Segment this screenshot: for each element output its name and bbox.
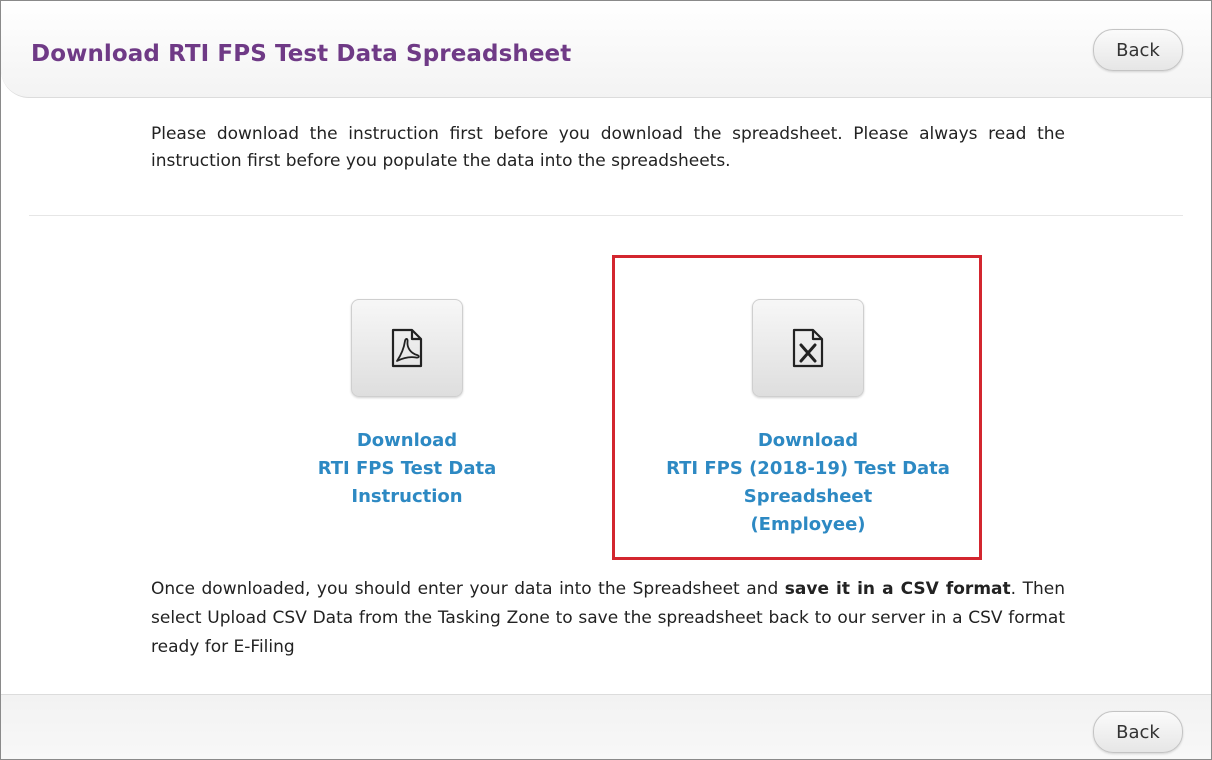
outro-text-start: Once downloaded, you should enter your d… (151, 579, 785, 599)
outro-text-bold: save it in a CSV format (784, 579, 1011, 599)
page-title: Download RTI FPS Test Data Spreadsheet (31, 41, 572, 67)
back-button-bottom[interactable]: Back (1093, 711, 1183, 753)
spreadsheet-line-3: Spreadsheet (743, 486, 873, 507)
spreadsheet-line-1: Download (757, 430, 859, 451)
panel-header: Download RTI FPS Test Data Spreadsheet B… (1, 1, 1211, 98)
back-button-top[interactable]: Back (1093, 29, 1183, 71)
excel-file-icon (792, 328, 824, 368)
spreadsheet-line-2: RTI FPS (2018-19) Test Data (666, 458, 950, 479)
download-spreadsheet-link[interactable]: Download RTI FPS (2018-19) Test Data Spr… (648, 427, 968, 539)
download-instruction-button[interactable] (351, 299, 463, 397)
download-spreadsheet-button[interactable] (752, 299, 864, 397)
instruction-line-2: RTI FPS Test Data (317, 458, 497, 479)
panel-footer (1, 694, 1211, 759)
divider (29, 215, 1183, 216)
spreadsheet-line-4: (Employee) (750, 514, 866, 535)
instruction-line-1: Download (356, 430, 458, 451)
download-instruction: Download RTI FPS Test Data Instruction (247, 299, 567, 511)
instruction-line-3: Instruction (351, 486, 463, 507)
intro-text: Please download the instruction first be… (151, 124, 1065, 171)
download-instruction-link[interactable]: Download RTI FPS Test Data Instruction (247, 427, 567, 511)
download-spreadsheet: Download RTI FPS (2018-19) Test Data Spr… (648, 299, 968, 539)
outro-text: Once downloaded, you should enter your d… (151, 575, 1065, 662)
pdf-file-icon (391, 328, 423, 368)
download-panel: Download RTI FPS Test Data Spreadsheet B… (0, 0, 1212, 760)
